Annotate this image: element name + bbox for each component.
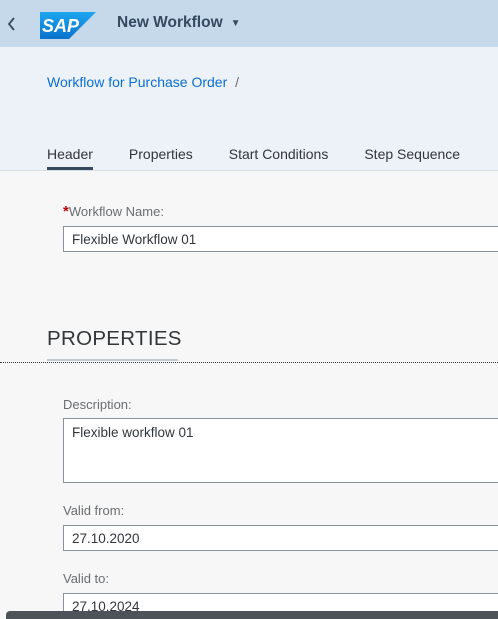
tab-step-sequence[interactable]: Step Sequence (364, 146, 460, 168)
valid-from-label: Valid from: (63, 503, 125, 518)
description-field[interactable]: Flexible workflow 01 (63, 418, 498, 483)
header-divider (0, 170, 498, 171)
breadcrumb-link[interactable]: Workflow for Purchase Order (47, 74, 227, 90)
breadcrumb-separator: / (235, 74, 240, 90)
object-page-header: Workflow for Purchase Order / Header Pro… (0, 47, 498, 171)
section-title-underline (47, 359, 178, 361)
tab-start-conditions[interactable]: Start Conditions (229, 146, 329, 168)
sap-logo: SAP (40, 12, 96, 39)
workflow-name-field[interactable]: Flexible Workflow 01 (63, 226, 498, 252)
section-divider (0, 362, 498, 363)
shell-bar: SAP New Workflow ▼ (0, 0, 498, 47)
workflow-name-label: *Workflow Name: (63, 203, 164, 220)
valid-from-field[interactable]: 27.10.2020 (63, 525, 498, 551)
workflow-name-label-text: Workflow Name: (68, 204, 164, 219)
section-title-properties: PROPERTIES (47, 327, 182, 350)
breadcrumb: Workflow for Purchase Order / (47, 74, 239, 90)
section-tabs: Header Properties Start Conditions Step … (47, 146, 496, 170)
caret-down-icon: ▼ (230, 17, 241, 29)
tab-header[interactable]: Header (47, 146, 93, 170)
valid-to-label: Valid to: (63, 571, 110, 586)
sap-logo-text: SAP (42, 16, 80, 36)
app-title-menu[interactable]: New Workflow ▼ (117, 14, 241, 32)
description-label: Description: (63, 397, 132, 412)
app-title: New Workflow (117, 14, 223, 31)
horizontal-scrollbar[interactable] (6, 611, 498, 619)
tab-properties[interactable]: Properties (129, 146, 193, 168)
back-button[interactable] (0, 4, 22, 44)
chevron-left-icon (7, 17, 15, 31)
